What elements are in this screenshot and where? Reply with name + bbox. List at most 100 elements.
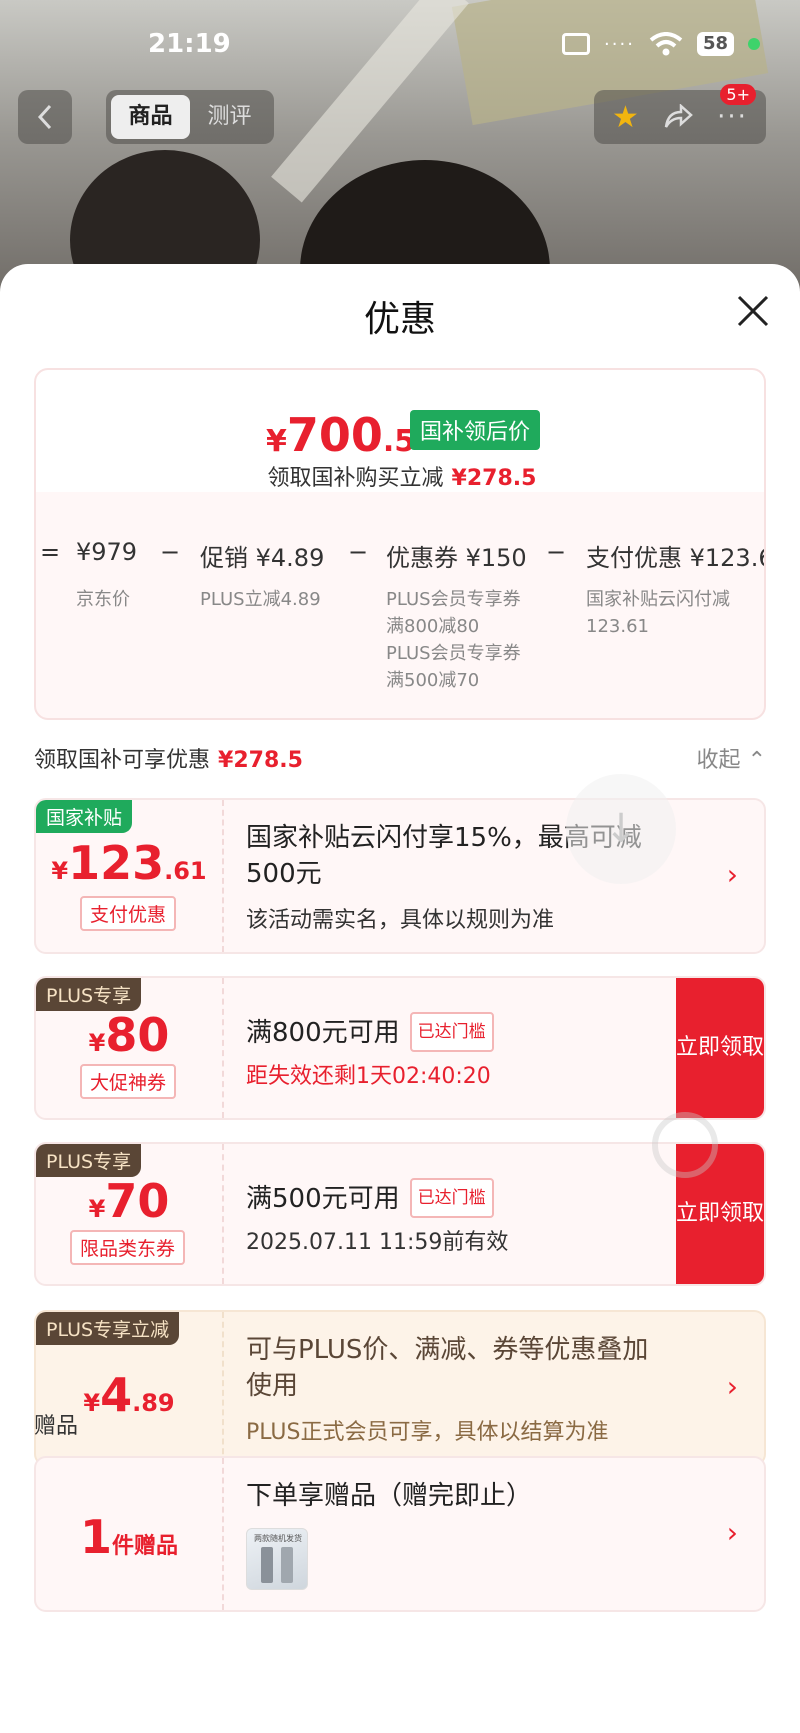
chevron-right-icon: › [726,1370,738,1403]
jd-price-label: 京东价 [76,589,130,610]
amount-int: 70 [105,1174,170,1228]
offer-title: 满500元可用 已达门槛 [246,1178,494,1218]
gift-section-header: 赠品 [34,1414,79,1439]
top-nav: 商品 测评 ★ ··· 5+ [0,84,800,148]
offer-title-line2: 使用 [246,1371,299,1401]
back-button[interactable] [18,90,72,144]
gift-count-label: 件赠品 [112,1534,179,1559]
minus-sign: − [546,538,567,566]
offer-countdown: 距失效还剩1天02:40:20 [246,1064,491,1089]
offer-expiry: 2025.07.11 11:59前有效 [246,1230,509,1255]
offer-amount: ¥70 [36,1174,222,1228]
offer-title-line1: 可与PLUS价、满减、券等优惠叠加 [246,1335,649,1365]
phone-stand-shape [281,1547,293,1583]
offer-card-coupon-70: PLUS专享 ¥70 限品类东券 满500元可用 已达门槛 2025.07.11 … [34,1142,766,1286]
offer-left: PLUS专享 ¥70 限品类东券 [36,1144,222,1284]
status-time: 21:19 [148,29,231,59]
caret-up-icon [388,502,412,514]
threshold-reached-tag: 已达门槛 [409,1012,494,1052]
offer-amount: ¥80 [36,1008,222,1062]
amount-yen: ¥ [88,1029,106,1057]
discount-sheet: 优惠 ¥700.5 国补领后价 领取国补购买立减 ¥278.5 = ¥979 − … [0,264,800,1733]
gift-thumbnail-caption: 两款随机发货 [254,1534,302,1543]
offer-corner-tag: PLUS专享 [36,978,142,1011]
section-label: 领取国补可享优惠 [34,748,211,773]
screen-cast-icon [562,33,591,55]
threshold-reached-tag: 已达门槛 [409,1178,494,1218]
offer-corner-tag: PLUS专享立减 [36,1312,180,1345]
scroll-down-button[interactable]: ↓ [566,774,676,884]
offer-card-coupon-80: PLUS专享 ¥80 大促神券 满800元可用 已达门槛 距失效还剩1天02:40… [34,976,766,1120]
offer-title-line2: 500元 [246,859,322,889]
amount-int: 4 [100,1368,133,1422]
subsidy-section-header: 领取国补可享优惠 ¥278.5 收起 ⌃ [34,742,766,774]
offer-left: PLUS专享立减 ¥4.89 [36,1312,222,1464]
offer-corner-tag: 国家补贴 [36,800,133,833]
price-yen: ¥ [266,424,287,459]
offer-type-pill: 支付优惠 [80,896,177,931]
floating-assist-button[interactable] [652,1112,718,1178]
tab-product[interactable]: 商品 [111,95,190,139]
chevron-up-icon: ⌃ [747,748,766,773]
amount-yen: ¥ [83,1389,101,1417]
action-group: ★ ··· 5+ [594,84,766,144]
wifi-icon [649,32,683,56]
summary-sub-label: 领取国补购买立减 [267,466,444,491]
divider [222,978,224,1118]
gift-title: 下单享赠品（赠完即止） [246,1481,533,1511]
offer-title: 满800元可用 已达门槛 [246,1012,494,1052]
payment-amount: 支付优惠 ¥123.6 [586,544,766,572]
signal-dots-icon: ···· [604,33,635,55]
price-summary-card: ¥700.5 国补领后价 领取国补购买立减 ¥278.5 = ¥979 − 促销 … [34,368,766,720]
status-bar: 21:19 ···· 58 [0,0,800,88]
minus-sign: − [348,538,369,566]
amount-dec: .89 [132,1389,175,1417]
offer-corner-tag: PLUS专享 [36,1144,142,1177]
section-amount: ¥278.5 [218,748,303,773]
collapse-label: 收起 [696,748,741,773]
arrow-down-icon: ↓ [604,806,638,852]
price-integer: 700 [286,408,383,462]
share-icon[interactable] [663,104,693,130]
gift-count: 1件赠品 [36,1510,222,1564]
offer-title-text: 满800元可用 [246,1018,400,1048]
final-price: ¥700.5 [266,408,415,462]
phone-stand-shape [261,1547,273,1583]
gift-thumbnail: 两款随机发货 [246,1528,308,1590]
claim-button[interactable]: 立即领取 [676,978,764,1118]
offer-title-text: 满500元可用 [246,1184,400,1214]
collapse-button[interactable]: 收起 ⌃ [697,742,766,774]
amount-int: 123 [68,836,165,890]
more-icon[interactable]: ··· [717,102,748,132]
coupon-amount: 优惠券 ¥150 [386,544,527,572]
chevron-right-icon: › [726,858,738,891]
minus-sign: − [160,538,181,566]
offer-desc: 该活动需实名，具体以规则为准 [246,908,555,933]
close-icon[interactable] [736,294,770,328]
amount-int: 80 [105,1008,170,1062]
gift-card[interactable]: 1件赠品 下单享赠品（赠完即止） 两款随机发货 › [34,1456,766,1612]
divider [222,800,224,952]
offer-left: 国家补贴 ¥123.61 支付优惠 [36,800,222,952]
privacy-dot-icon [748,38,760,50]
offer-left: PLUS专享 ¥80 大促神券 [36,978,222,1118]
coupon-sub-1: PLUS会员专享券满800减80 [386,589,521,637]
tab-review[interactable]: 测评 [190,95,269,139]
summary-subtext: 领取国补购买立减 ¥278.5 [36,460,764,492]
divider [222,1312,224,1464]
offer-desc: PLUS正式会员可享，具体以结算为准 [246,1420,609,1445]
equals-sign: = [40,538,61,566]
offer-type-pill: 大促神券 [80,1064,177,1099]
message-badge: 5+ [720,84,756,105]
offer-amount: ¥123.61 [36,836,222,890]
divider [222,1458,224,1610]
favorite-star-icon[interactable]: ★ [612,100,639,135]
offer-card-plus[interactable]: PLUS专享立减 ¥4.89 可与PLUS价、满减、券等优惠叠加 使用 PLUS… [34,1310,766,1466]
chevron-left-icon [37,104,52,130]
price-calculation: = ¥979 − 促销 ¥4.89 − 优惠券 ¥150 − 支付优惠 ¥123… [36,538,766,578]
amount-dec: .61 [164,857,207,885]
battery-indicator: 58 [696,32,734,56]
promo-sub: PLUS立减4.89 [200,589,321,610]
promo-amount: 促销 ¥4.89 [200,544,325,572]
amount-yen: ¥ [88,1195,106,1223]
